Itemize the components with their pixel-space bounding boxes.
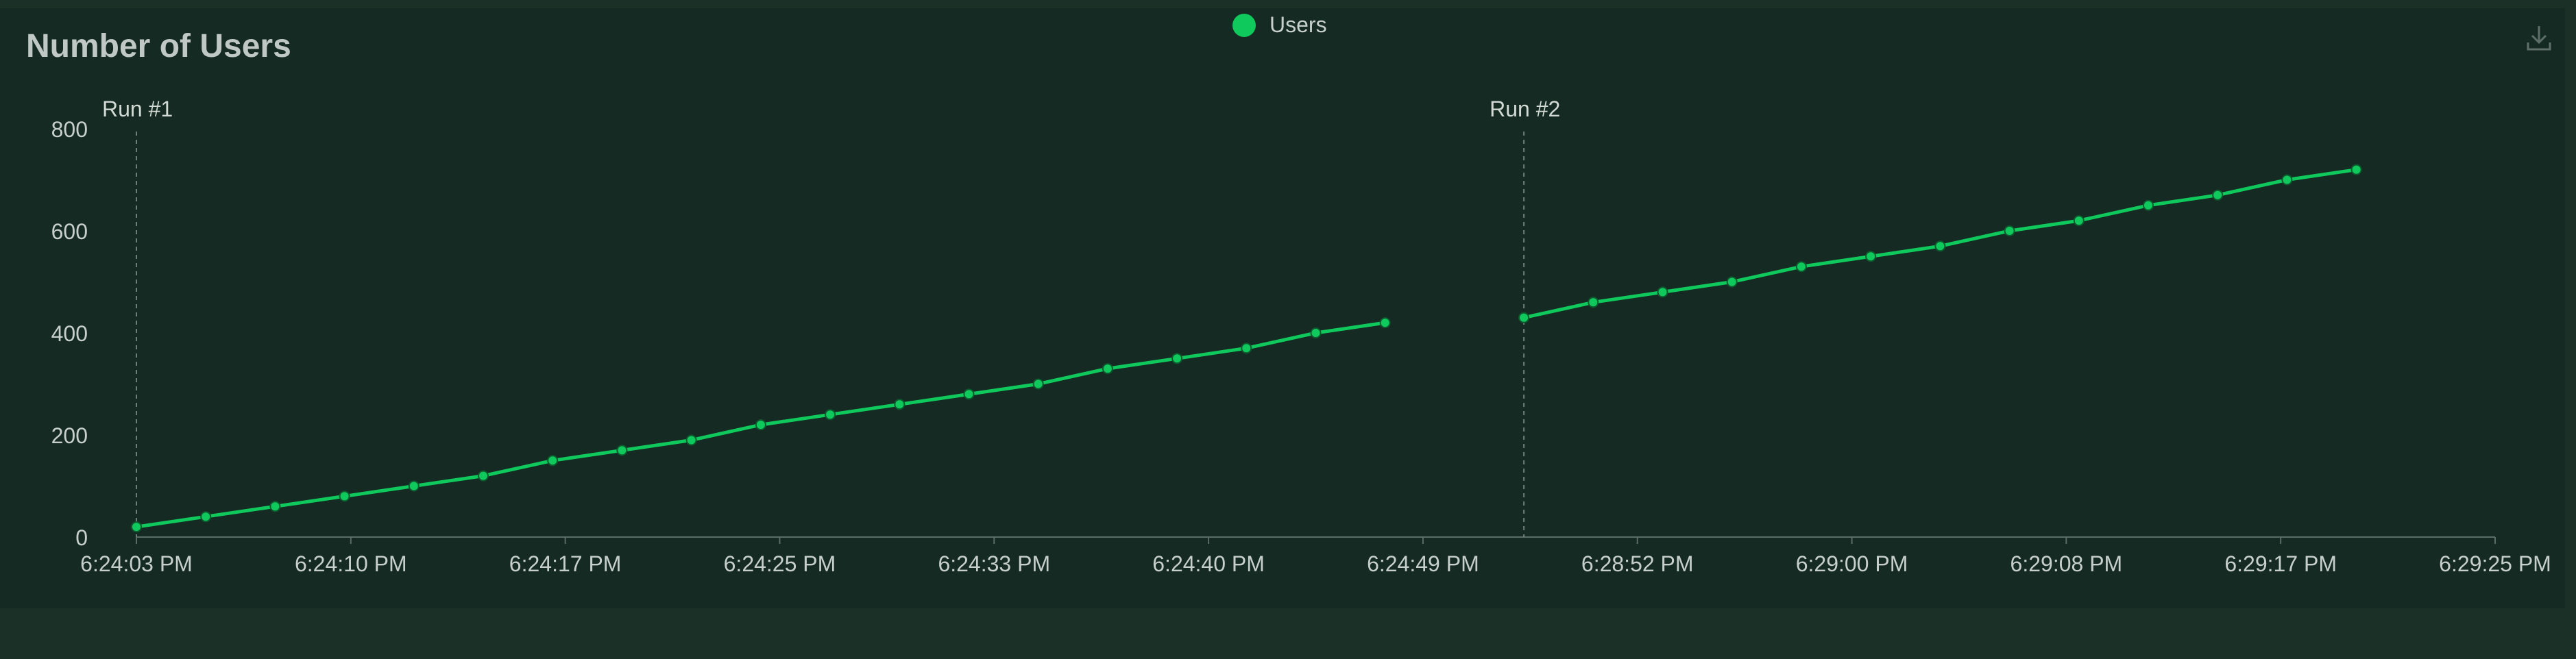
data-point[interactable] bbox=[2281, 174, 2293, 186]
data-point[interactable] bbox=[2004, 225, 2015, 236]
x-tick-label: 6:29:00 PM bbox=[1796, 551, 1908, 576]
data-point[interactable] bbox=[1241, 343, 1252, 354]
data-point[interactable] bbox=[825, 409, 836, 421]
data-point[interactable] bbox=[1726, 276, 1738, 288]
data-point[interactable] bbox=[200, 511, 212, 523]
data-point[interactable] bbox=[963, 388, 975, 400]
y-tick-label: 600 bbox=[51, 219, 88, 244]
x-tick-label: 6:24:49 PM bbox=[1367, 551, 1479, 576]
x-tick-label: 6:24:10 PM bbox=[295, 551, 407, 576]
x-tick-label: 6:29:25 PM bbox=[2439, 551, 2551, 576]
x-tick-label: 6:29:17 PM bbox=[2224, 551, 2337, 576]
data-point[interactable] bbox=[1518, 312, 1530, 323]
y-tick-label: 400 bbox=[51, 321, 88, 346]
data-point[interactable] bbox=[685, 434, 697, 446]
data-point[interactable] bbox=[1310, 327, 1322, 338]
y-tick-label: 200 bbox=[51, 423, 88, 448]
line-chart: 0 200 400 600 800 6:24:03 PM 6:24:10 PM 6:24:17… bbox=[51, 97, 2551, 576]
data-point[interactable] bbox=[1865, 251, 1877, 262]
data-point[interactable] bbox=[547, 455, 559, 467]
data-point[interactable] bbox=[894, 399, 906, 410]
data-point[interactable] bbox=[1588, 297, 1599, 308]
data-point[interactable] bbox=[408, 480, 420, 492]
data-point[interactable] bbox=[1379, 317, 1391, 329]
data-point[interactable] bbox=[1795, 261, 1807, 273]
data-point[interactable] bbox=[2212, 189, 2224, 201]
x-tick-label: 6:24:25 PM bbox=[724, 551, 836, 576]
data-point[interactable] bbox=[269, 501, 281, 512]
data-point[interactable] bbox=[1934, 240, 1946, 252]
x-tick-label: 6:24:33 PM bbox=[938, 551, 1050, 576]
data-point[interactable] bbox=[755, 419, 766, 431]
x-tick-label: 6:24:40 PM bbox=[1152, 551, 1265, 576]
data-point[interactable] bbox=[478, 470, 489, 482]
data-point[interactable] bbox=[1657, 286, 1668, 298]
run-marker-label: Run #1 bbox=[102, 97, 173, 121]
data-point[interactable] bbox=[2073, 215, 2085, 227]
data-point[interactable] bbox=[616, 445, 628, 456]
data-point[interactable] bbox=[1032, 378, 1044, 390]
run-marker-label: Run #2 bbox=[1490, 97, 1560, 121]
data-point[interactable] bbox=[131, 521, 142, 533]
y-tick-label: 800 bbox=[51, 117, 88, 142]
data-point[interactable] bbox=[1171, 353, 1183, 364]
y-tick-label: 0 bbox=[75, 525, 88, 550]
x-tick-label: 6:29:08 PM bbox=[2010, 551, 2123, 576]
data-point[interactable] bbox=[2143, 199, 2154, 211]
data-point[interactable] bbox=[1102, 363, 1113, 375]
data-point[interactable] bbox=[2350, 164, 2362, 175]
data-point[interactable] bbox=[339, 490, 350, 502]
x-tick-label: 6:24:03 PM bbox=[80, 551, 193, 576]
x-tick-label: 6:28:52 PM bbox=[1581, 551, 1694, 576]
x-tick-label: 6:24:17 PM bbox=[509, 551, 622, 576]
